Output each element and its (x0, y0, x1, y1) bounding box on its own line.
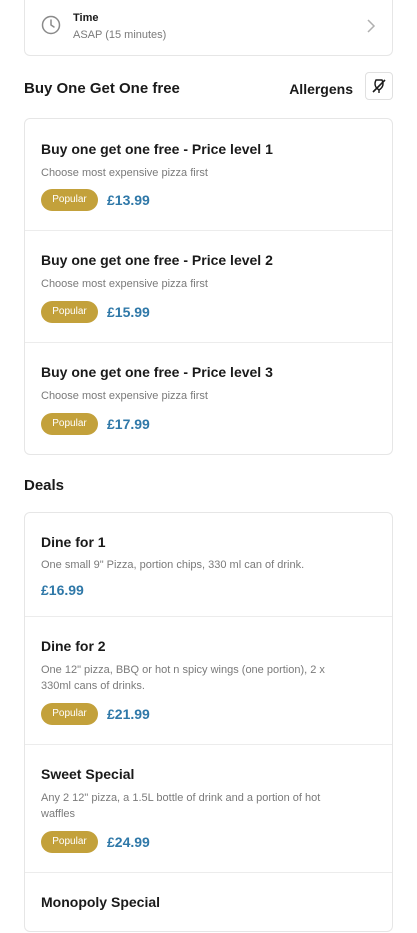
time-label: Time (73, 12, 99, 24)
popular-badge: Popular (41, 831, 98, 853)
item-price: £24.99 (107, 834, 150, 850)
list-item[interactable]: Dine for 1 One small 9" Pizza, portion c… (25, 513, 392, 617)
item-name: Buy one get one free - Price level 2 (41, 252, 273, 268)
item-price: £16.99 (41, 582, 84, 598)
item-description: One 12" pizza, BBQ or hot n spicy wings … (41, 664, 325, 692)
popular-badge: Popular (41, 703, 98, 725)
delivery-time-selector[interactable]: Time ASAP (15 minutes) (24, 0, 393, 56)
list-item[interactable]: Monopoly Special (25, 873, 392, 933)
item-name: Buy one get one free - Price level 1 (41, 141, 273, 157)
item-description: One small 9" Pizza, portion chips, 330 m… (41, 559, 305, 571)
item-price: £13.99 (107, 192, 150, 208)
section-title-deals: Deals (24, 477, 65, 494)
chevron-right-icon (367, 19, 376, 33)
item-name: Dine for 1 (41, 534, 106, 550)
popular-badge: Popular (41, 413, 98, 435)
list-item[interactable]: Dine for 2 One 12" pizza, BBQ or hot n s… (25, 617, 392, 745)
item-price: £21.99 (107, 706, 150, 722)
list-item[interactable]: Buy one get one free - Price level 2 Cho… (25, 231, 392, 343)
popular-badge: Popular (41, 301, 98, 323)
list-item[interactable]: Buy one get one free - Price level 1 Cho… (25, 119, 392, 231)
allergens-button[interactable] (365, 72, 393, 100)
item-name: Dine for 2 (41, 638, 106, 654)
item-name: Monopoly Special (41, 894, 161, 910)
clock-icon (41, 15, 61, 35)
allergens-icon (372, 79, 386, 93)
time-value: ASAP (15 minutes) (73, 29, 167, 41)
section-title-bogof: Buy One Get One free (24, 80, 180, 97)
list-item[interactable]: Sweet Special Any 2 12" pizza, a 1.5L bo… (25, 745, 392, 873)
item-price: £17.99 (107, 416, 150, 432)
item-description: Choose most expensive pizza first (41, 390, 208, 402)
item-name: Sweet Special (41, 766, 135, 782)
item-price: £15.99 (107, 304, 150, 320)
item-description: Choose most expensive pizza first (41, 278, 208, 290)
deals-list: Dine for 1 One small 9" Pizza, portion c… (24, 512, 393, 932)
bogof-list: Buy one get one free - Price level 1 Cho… (24, 118, 393, 455)
popular-badge: Popular (41, 189, 98, 211)
item-name: Buy one get one free - Price level 3 (41, 364, 273, 380)
item-description: Any 2 12" pizza, a 1.5L bottle of drink … (41, 792, 321, 820)
allergens-label[interactable]: Allergens (289, 81, 353, 97)
list-item[interactable]: Buy one get one free - Price level 3 Cho… (25, 343, 392, 455)
item-description: Choose most expensive pizza first (41, 167, 208, 179)
